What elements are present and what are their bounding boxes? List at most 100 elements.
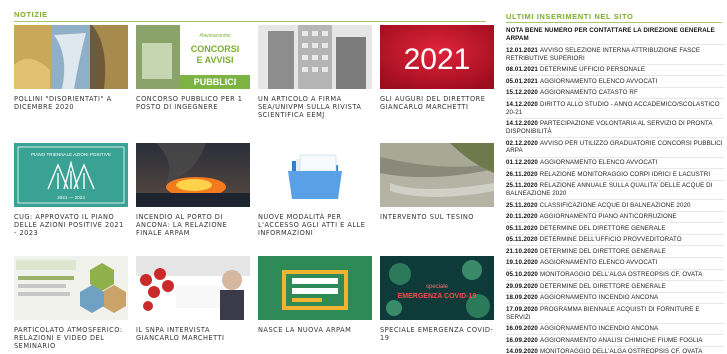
latest-item[interactable]: 26.11.2020 RELAZIONE MONITORAGGIO CORPI I… [506, 169, 724, 181]
latest-item-text[interactable]: CLASSIFICAZIONE ACQUE DI BALNEAZIONE 202… [540, 202, 691, 209]
latest-item[interactable]: 12.01.2021 AVVISO SELEZIONE INTERNA ATTRI… [506, 45, 724, 65]
latest-item[interactable]: 05.11.2020 DETERMINE DELL'UFFICIO PROVVED… [506, 235, 724, 247]
news-thumbnail-concorso[interactable]: #lavoraconnoi CONCORSI E AVVISI PUBBLICI [136, 25, 250, 89]
latest-item-text[interactable]: AGGIORNAMENTO ANALISI CHIMICHE FIUME FOG… [540, 337, 703, 344]
news-caption[interactable]: NUOVE MODALITÀ PER L'ACCESSO AGLI ATTI E… [258, 213, 372, 237]
latest-item[interactable]: 17.09.2020 PROGRAMMA BIENNALE ACQUISTI DI… [506, 304, 724, 324]
news-card-tesino[interactable]: INTERVENTO SUL TESINO [380, 143, 494, 221]
thumb-line-2: E AVVISI [196, 55, 233, 65]
latest-item[interactable]: 21.10.2020 DETERMINE DEL DIRETTORE GENERA… [506, 246, 724, 259]
news-thumbnail-auguri[interactable]: 2021 [380, 25, 494, 89]
news-thumbnail-particolato[interactable] [14, 256, 128, 320]
news-card-auguri[interactable]: 2021 GLI AUGURI DEL DIRETTORE GIANCARLO … [380, 25, 494, 111]
latest-section-title: ULTIMI INSERIMENTI NEL SITO [506, 12, 634, 21]
latest-item[interactable]: 16.09.2020 AGGIORNAMENTO ANALISI CHIMICHE… [506, 335, 724, 347]
news-card-accesso[interactable]: NUOVE MODALITÀ PER L'ACCESSO AGLI ATTI E… [258, 143, 372, 237]
latest-item-text[interactable]: AGGIORNAMENTO INCENDIO ANCONA [540, 294, 658, 301]
latest-item-text[interactable]: AVVISO PER UTILIZZO GRADUATORIE CONCORSI… [506, 140, 723, 155]
latest-item-date: 14.12.2020 [506, 120, 538, 128]
latest-item[interactable]: 02.12.2020 AVVISO PER UTILIZZO GRADUATORI… [506, 138, 724, 158]
latest-item[interactable]: 29.09.2020 DETERMINE DEL DIRETTORE GENERA… [506, 281, 724, 293]
news-card-nuova-arpam[interactable]: NASCE LA NUOVA ARPAM [258, 256, 372, 334]
news-caption[interactable]: CUG: APPROVATO IL PIANO DELLE AZIONI POS… [14, 213, 128, 237]
latest-item[interactable]: 16.09.2020 AGGIORNAMENTO INCENDIO ANCONA [506, 324, 724, 336]
news-thumbnail-pollini[interactable] [14, 25, 128, 89]
latest-item-text[interactable]: AGGIORNAMENTO ELENCO AVVOCATI [540, 159, 657, 166]
latest-item-text[interactable]: MONITORAGGIO DELL'ALGA OSTREOPSIS CF. OV… [540, 271, 703, 278]
news-section-title: NOTIZIE [14, 10, 48, 19]
news-caption[interactable]: GLI AUGURI DEL DIRETTORE GIANCARLO MARCH… [380, 95, 494, 111]
latest-item[interactable]: 14.12.2020 DIRITTO ALLO STUDIO - ANNO ACC… [506, 99, 724, 119]
news-card-snpa[interactable]: IL SNPA INTERVISTA GIANCARLO MARCHETTI [136, 256, 250, 342]
latest-item-date: 14.09.2020 [506, 348, 538, 354]
latest-item-date: 17.09.2020 [506, 305, 538, 313]
news-caption[interactable]: INCENDIO AL PORTO DI ANCONA: LA RELAZION… [136, 213, 250, 237]
latest-item[interactable]: 14.09.2020 MONITORAGGIO DELL'ALGA OSTREOP… [506, 347, 724, 354]
news-caption[interactable]: POLLINI "DISORIENTATI" A DICEMBRE 2020 [14, 95, 128, 111]
latest-item[interactable]: 19.10.2020 AGGIORNAMENTO ELENCO AVVOCATI [506, 258, 724, 270]
thumb-hashtag: #lavoraconnoi [199, 33, 230, 39]
latest-item-date: 15.12.2020 [506, 89, 538, 97]
latest-item-date: 02.12.2020 [506, 139, 538, 147]
news-thumbnail-snpa[interactable] [136, 256, 250, 320]
news-grid: POLLINI "DISORIENTATI" A DICEMBRE 2020 #… [14, 25, 494, 354]
news-card-incendio[interactable]: INCENDIO AL PORTO DI ANCONA: LA RELAZION… [136, 143, 250, 237]
latest-item-date: 12.01.2021 [506, 46, 538, 54]
latest-item-text[interactable]: RELAZIONE MONITORAGGIO CORPI IDRICI E LA… [540, 171, 711, 178]
latest-item-date: 19.10.2020 [506, 259, 538, 267]
latest-item[interactable]: 18.09.2020 AGGIORNAMENTO INCENDIO ANCONA [506, 293, 724, 305]
latest-item-text[interactable]: AGGIORNAMENTO ELENCO AVVOCATI [540, 78, 657, 85]
news-caption[interactable]: UN ARTICOLO A FIRMA SEA/UNIVPM SULLA RIV… [258, 95, 372, 119]
latest-item[interactable]: 14.12.2020 PARTECIPAZIONE VOLONTARIA AL S… [506, 119, 724, 139]
latest-item-date: 05.10.2020 [506, 271, 538, 278]
latest-item[interactable]: 05.11.2020 DETERMINE DEL DIRETTORE GENERA… [506, 223, 724, 235]
latest-item-date: 25.11.2020 [506, 201, 538, 209]
latest-item[interactable]: 08.01.2021 DETERMINE UFFICIO PERSONALE [506, 65, 724, 77]
news-caption[interactable]: INTERVENTO SUL TESINO [380, 213, 494, 221]
news-card-cug[interactable]: PIANO TRIENNALE AZIONI POSITIVE 2021 — 2… [14, 143, 128, 237]
latest-item-text[interactable]: DETERMINE DELL'UFFICIO PROVVEDITORATO [540, 236, 682, 243]
latest-item-text[interactable]: AGGIORNAMENTO INCENDIO ANCONA [540, 325, 658, 332]
news-card-concorso[interactable]: #lavoraconnoi CONCORSI E AVVISI PUBBLICI… [136, 25, 250, 111]
latest-item[interactable]: 05.01.2021 AGGIORNAMENTO ELENCO AVVOCATI [506, 76, 724, 88]
latest-item-text[interactable]: AGGIORNAMENTO ELENCO AVVOCATI [540, 259, 657, 266]
latest-item-notice[interactable]: NOTA BENE NUMERO PER CONTATTARE LA DIREZ… [506, 26, 724, 46]
latest-item-text[interactable]: DETERMINE DEL DIRETTORE GENERALE [540, 283, 666, 290]
news-divider [14, 21, 486, 22]
latest-items: 12.01.2021 AVVISO SELEZIONE INTERNA ATTRI… [506, 45, 724, 354]
news-thumbnail-incendio[interactable] [136, 143, 250, 207]
news-thumbnail-cug[interactable]: PIANO TRIENNALE AZIONI POSITIVE 2021 — 2… [14, 143, 128, 207]
news-caption[interactable]: IL SNPA INTERVISTA GIANCARLO MARCHETTI [136, 326, 250, 342]
latest-item-text[interactable]: DETERMINE DEL DIRETTORE GENERALE [540, 225, 666, 232]
latest-item-text[interactable]: AGGIORNAMENTO PIANO ANTICORRUZIONE [540, 213, 677, 220]
latest-item-text[interactable]: AGGIORNAMENTO CATASTO RF [540, 89, 638, 96]
latest-item[interactable]: 20.11.2020 AGGIORNAMENTO PIANO ANTICORRUZ… [506, 212, 724, 224]
news-thumbnail-nuova-arpam[interactable] [258, 256, 372, 320]
latest-item-date: 14.12.2020 [506, 100, 538, 108]
latest-item-date: 05.01.2021 [506, 77, 538, 85]
latest-item[interactable]: 15.12.2020 AGGIORNAMENTO CATASTO RF [506, 88, 724, 100]
news-card-covid[interactable]: speciale EMERGENZA COVID-19 SPECIALE EME… [380, 256, 494, 342]
latest-item-date: 29.09.2020 [506, 282, 538, 290]
news-card-articolo[interactable]: UN ARTICOLO A FIRMA SEA/UNIVPM SULLA RIV… [258, 25, 372, 119]
latest-item-text[interactable]: DIRITTO ALLO STUDIO - ANNO ACCADEMICO/SC… [506, 101, 720, 116]
latest-divider [506, 22, 722, 23]
latest-item[interactable]: 25.11.2020 RELAZIONE ANNUALE SULLA QUALIT… [506, 181, 724, 201]
news-thumbnail-accesso[interactable] [258, 143, 372, 207]
news-thumbnail-covid[interactable]: speciale EMERGENZA COVID-19 [380, 256, 494, 320]
latest-item-text[interactable]: DETERMINE UFFICIO PERSONALE [540, 66, 645, 73]
latest-item[interactable]: 01.12.2020 AGGIORNAMENTO ELENCO AVVOCATI [506, 158, 724, 170]
latest-item-text[interactable]: DETERMINE DEL DIRETTORE GENERALE [540, 248, 666, 255]
news-thumbnail-articolo[interactable] [258, 25, 372, 89]
news-card-particolato[interactable]: PARTICOLATO ATMOSFERICO: RELAZIONI E VID… [14, 256, 128, 350]
news-caption[interactable]: SPECIALE EMERGENZA COVID-19 [380, 326, 494, 342]
news-caption[interactable]: NASCE LA NUOVA ARPAM [258, 326, 372, 334]
news-caption[interactable]: PARTICOLATO ATMOSFERICO: RELAZIONI E VID… [14, 326, 128, 350]
thumb-label: PIANO TRIENNALE AZIONI POSITIVE [31, 152, 111, 157]
news-caption[interactable]: CONCORSO PUBBLICO PER 1 POSTO DI INGEGNE… [136, 95, 250, 111]
latest-item[interactable]: 25.11.2020 CLASSIFICAZIONE ACQUE DI BALNE… [506, 200, 724, 212]
news-card-pollini[interactable]: POLLINI "DISORIENTATI" A DICEMBRE 2020 [14, 25, 128, 111]
latest-item[interactable]: 05.10.2020 MONITORAGGIO DELL'ALGA OSTREOP… [506, 270, 724, 282]
latest-item-text[interactable]: MONITORAGGIO DELL'ALGA OSTREOPSIS CF. OV… [540, 348, 703, 354]
news-thumbnail-tesino[interactable] [380, 143, 494, 207]
